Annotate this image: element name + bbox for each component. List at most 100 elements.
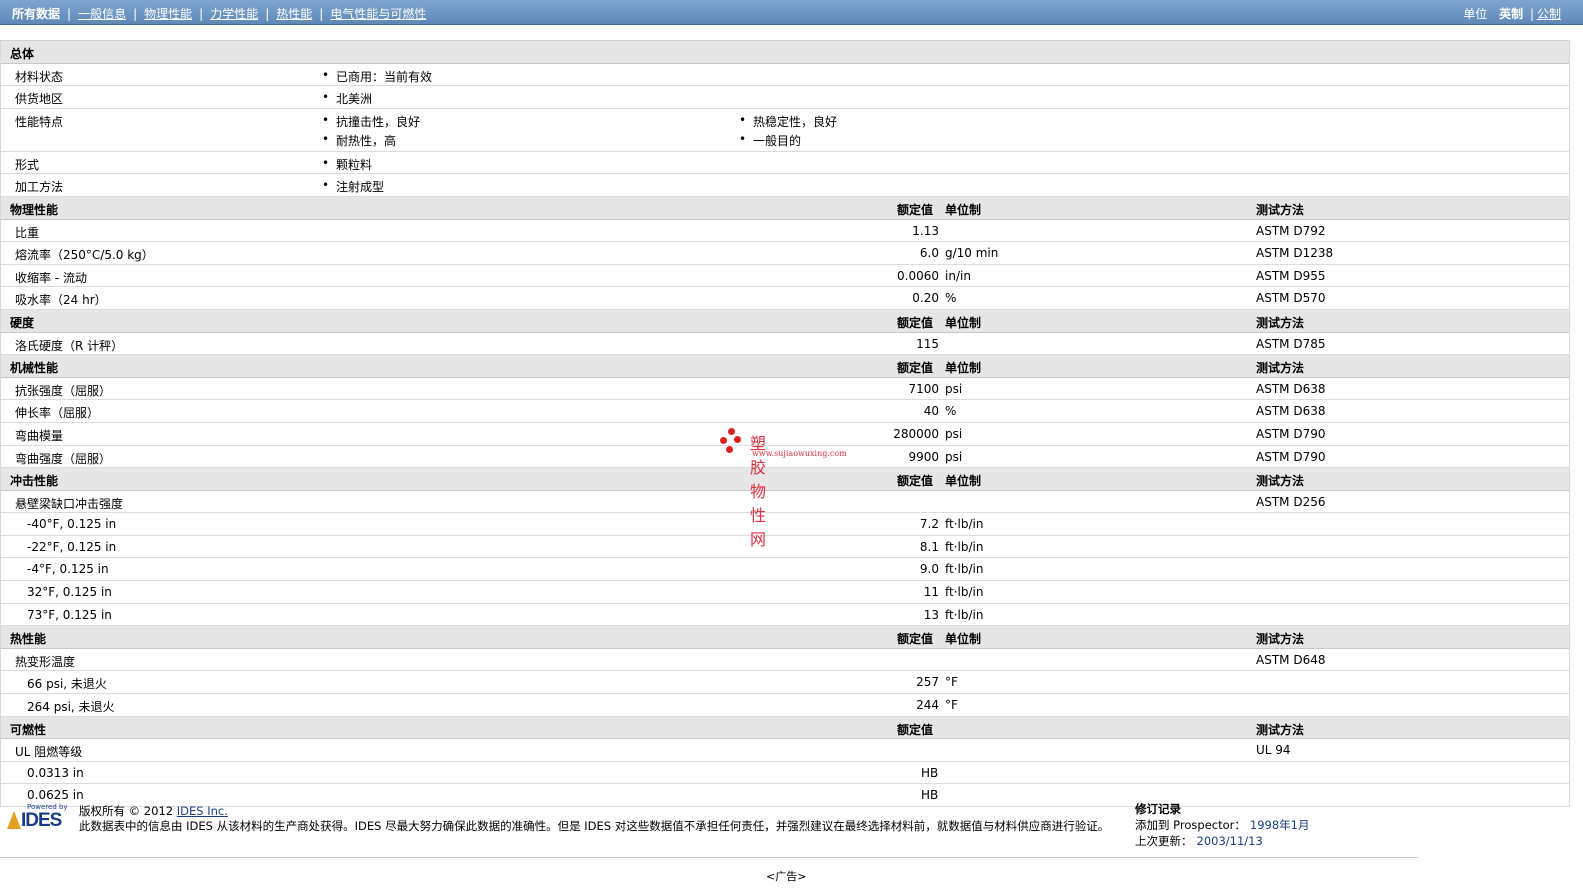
row-value: 9900 [908, 449, 939, 464]
logo-triangle-icon [7, 811, 21, 829]
row-label: 熔流率（250°C/5.0 kg） [15, 248, 154, 263]
nav-separator: | [1529, 7, 1534, 21]
row-label: 洛氏硬度（R 计秤） [15, 338, 124, 353]
col-header-method: 测试方法 [1256, 315, 1305, 330]
watermark-title: 塑胶物性网 [750, 434, 767, 549]
updated-value: 2003/11/13 [1196, 834, 1263, 848]
col-header-rated: 额定值 [897, 361, 934, 376]
table-row: 形式 颗粒料 [1, 152, 1569, 175]
table-row: 73°F, 0.125 in 13 ft·lb/in [1, 604, 1569, 627]
row-method: ASTM D785 [1256, 336, 1326, 351]
copyright-text: 版权所有 © 2012 [79, 804, 174, 818]
row-method: ASTM D638 [1256, 381, 1326, 396]
row-value: 40 [923, 404, 939, 419]
unit-switcher: 单位 英制 | 公制 [1463, 5, 1561, 22]
col-header-unit: 单位制 [945, 632, 982, 647]
unit-imperial-selected: 英制 [1499, 7, 1524, 21]
row-method: ASTM D1238 [1256, 246, 1334, 261]
row-label: -22°F, 0.125 in [27, 539, 117, 554]
row-value: 9.0 [919, 562, 939, 577]
row-value: 8.1 [919, 539, 939, 554]
nav-separator: | [67, 7, 72, 21]
section-title: 热性能 [10, 632, 47, 647]
col-header-unit: 单位制 [945, 474, 982, 489]
section-title: 总体 [10, 47, 35, 61]
row-label: -4°F, 0.125 in [27, 562, 109, 577]
feature-item: 一般目的 [739, 132, 801, 149]
col-header-method: 测试方法 [1256, 632, 1305, 647]
section-header-general: 总体 [1, 41, 1569, 64]
row-label: 抗张强度（屈服） [15, 383, 112, 398]
row-label: 弯曲强度（屈服） [15, 451, 112, 466]
logo-text: IDES [21, 810, 62, 831]
row-method: ASTM D790 [1256, 426, 1326, 441]
row-label: 73°F, 0.125 in [27, 607, 112, 622]
row-label: 264 psi, 未退火 [27, 700, 115, 715]
row-label: 32°F, 0.125 in [27, 585, 112, 600]
row-label: 66 psi, 未退火 [27, 677, 107, 692]
col-header-rated: 额定值 [897, 474, 934, 489]
watermark-dot [720, 437, 727, 444]
col-header-method: 测试方法 [1256, 722, 1305, 737]
copyright: 版权所有 © 2012 IDES Inc. [79, 803, 228, 819]
nav-thermal[interactable]: 热性能 [276, 7, 312, 21]
nav-mechanical[interactable]: 力学性能 [210, 7, 258, 21]
row-method: ASTM D955 [1256, 268, 1326, 283]
row-method: ASTM D638 [1256, 404, 1326, 419]
ides-logo: Powered by IDES [7, 803, 71, 833]
datasheet-footer: Powered by IDES 版权所有 © 2012 IDES Inc. 此数… [0, 800, 1568, 858]
col-header-unit: 单位制 [945, 361, 982, 376]
row-label: 加工方法 [15, 180, 64, 195]
nav-general-info[interactable]: 一般信息 [78, 7, 126, 21]
row-value: 244 [916, 698, 939, 713]
row-label: 材料状态 [15, 69, 64, 84]
row-label: 0.0313 in [27, 765, 84, 780]
table-row: 收缩率 - 流动 0.0060 in/in ASTM D955 [1, 265, 1569, 288]
ad-label[interactable]: <广告> [766, 868, 806, 884]
table-row: 32°F, 0.125 in 11 ft·lb/in [1, 581, 1569, 604]
row-label: 收缩率 - 流动 [15, 270, 87, 285]
row-label: 比重 [15, 225, 40, 240]
row-unit: ft·lb/in [945, 585, 984, 600]
watermark-dot [734, 436, 741, 443]
row-unit: ft·lb/in [945, 607, 984, 622]
table-row: 熔流率（250°C/5.0 kg） 6.0 g/10 min ASTM D1238 [1, 242, 1569, 265]
watermark-logo-icon [720, 428, 746, 458]
watermark-url: www.sujiaowuxing.com [752, 449, 847, 458]
row-method: ASTM D256 [1256, 494, 1326, 509]
disclaimer-text: 此数据表中的信息由 IDES 从该材料的生产商处获得。IDES 尽最大努力确保此… [79, 819, 1110, 833]
row-method: UL 94 [1256, 743, 1291, 758]
col-header-unit: 单位制 [945, 315, 982, 330]
table-row: 材料状态 已商用：当前有效 [1, 64, 1569, 87]
footer-divider [0, 857, 1418, 858]
row-value: 颗粒料 [322, 156, 372, 173]
nav-separator: | [265, 7, 270, 21]
section-title: 可燃性 [10, 722, 47, 737]
nav-all-data[interactable]: 所有数据 [12, 7, 60, 21]
nav-electrical-flammability[interactable]: 电气性能与可燃性 [330, 7, 426, 21]
row-label: UL 阻燃等级 [15, 745, 83, 760]
table-row: 弯曲模量 280000 psi ASTM D790 [1, 423, 1569, 446]
section-header-impact: 冲击性能 额定值 单位制 测试方法 [1, 468, 1569, 491]
added-value: 1998年1月 [1249, 818, 1310, 832]
row-value: 6.0 [919, 246, 939, 261]
nav-physical[interactable]: 物理性能 [144, 7, 192, 21]
row-value: 257 [916, 675, 939, 690]
row-value: 13 [923, 607, 939, 622]
col-header-rated: 额定值 [897, 632, 934, 647]
section-title: 物理性能 [10, 202, 59, 217]
row-label: 形式 [15, 157, 40, 172]
row-label: 性能特点 [15, 114, 64, 129]
table-row: 供货地区 北美洲 [1, 86, 1569, 109]
row-unit: in/in [945, 268, 971, 283]
row-value: 注射成型 [322, 178, 384, 195]
revision-history: 修订记录 添加到 Prospector： 1998年1月 上次更新： 2003/11… [1135, 801, 1309, 849]
section-title: 硬度 [10, 315, 35, 330]
row-value: 11 [923, 585, 939, 600]
units-label: 单位 [1463, 7, 1488, 21]
company-link[interactable]: IDES Inc. [177, 804, 228, 818]
row-unit: % [945, 291, 957, 306]
unit-metric-link[interactable]: 公制 [1537, 7, 1561, 21]
added-label: 添加到 Prospector： [1135, 818, 1246, 832]
table-row: 悬壁梁缺口冲击强度 ASTM D256 [1, 491, 1569, 514]
